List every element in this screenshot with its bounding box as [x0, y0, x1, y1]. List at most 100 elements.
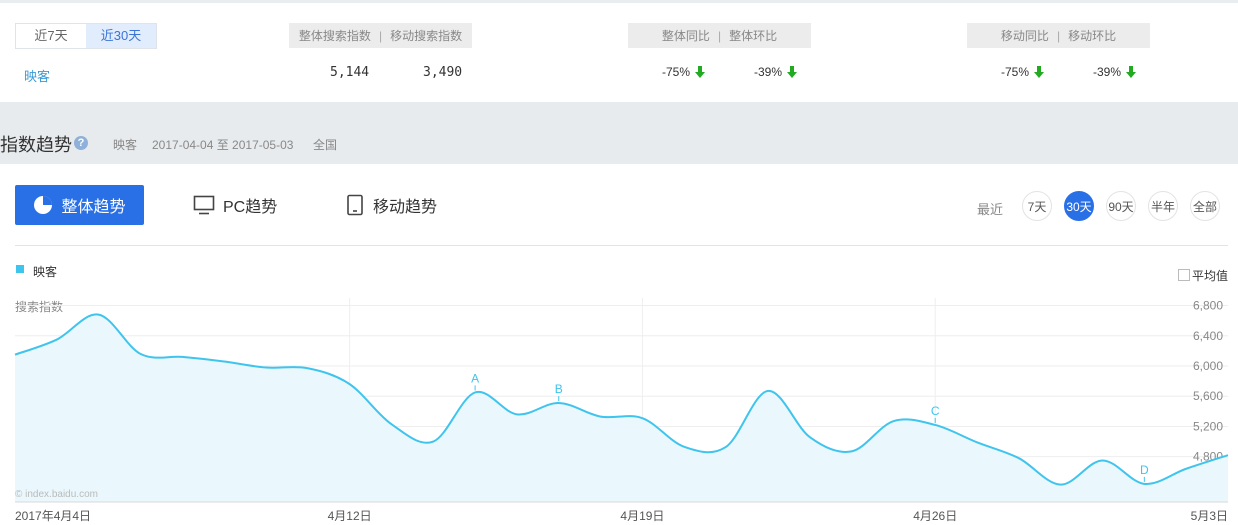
period-all-button[interactable]: 全部 [1190, 191, 1220, 221]
mobile-yoy-change: -75% [1001, 65, 1045, 79]
x-tick-label: 4月26日 [913, 509, 957, 523]
overall-change-header: 整体同比 | 整体环比 [628, 23, 811, 48]
y-tick-label: 6,800 [1193, 299, 1223, 313]
data-point [766, 389, 770, 393]
y-tick-label: 6,000 [1193, 359, 1223, 373]
mobile-change-header: 移动同比 | 移动环比 [967, 23, 1150, 48]
annotation-label: A [471, 371, 479, 385]
data-point [97, 313, 101, 317]
data-point [891, 419, 895, 423]
range-7-days-button[interactable]: 近7天 [16, 24, 86, 48]
data-point [473, 390, 477, 394]
mobile-search-index-header: 移动搜索指数 [390, 29, 463, 43]
pie-chart-icon [34, 196, 53, 214]
x-tick-label: 5月3日 [1191, 509, 1228, 523]
period-90d-button[interactable]: 90天 [1106, 191, 1136, 221]
mobile-mom-change: -39% [1093, 65, 1137, 79]
data-point [1184, 467, 1188, 471]
data-point [1017, 456, 1021, 460]
data-point [1101, 458, 1105, 462]
data-point [682, 445, 686, 449]
tablet-icon [347, 194, 363, 216]
trend-title: 指数趋势 [0, 135, 72, 155]
overall-mom-value: -39% [754, 65, 783, 79]
data-point [55, 338, 59, 342]
data-point [306, 366, 310, 370]
data-point [431, 440, 435, 444]
data-point [1142, 482, 1146, 486]
annotation-label: B [555, 382, 563, 396]
overall-yoy-value: -75% [662, 65, 691, 79]
mobile-yoy-header: 移动同比 [1000, 29, 1049, 43]
data-point [975, 440, 979, 444]
data-point [599, 415, 603, 419]
range-toggle: 近7天 近30天 [15, 23, 157, 49]
tab-pc-trend[interactable]: PC趋势 [193, 185, 277, 225]
overall-yoy-change: -75% [662, 65, 706, 79]
keyword-link[interactable]: 映客 [24, 66, 50, 85]
average-checkbox[interactable] [1178, 269, 1190, 281]
help-icon[interactable]: ? [74, 136, 88, 150]
trend-keyword: 映客 [113, 138, 138, 152]
trend-date-range: 2017-04-04 至 2017-05-03 [152, 138, 294, 152]
down-arrow-icon [695, 66, 706, 78]
mobile-mom-header: 移动环比 [1068, 29, 1117, 43]
tab-mobile-trend-label: 移动趋势 [373, 199, 438, 216]
data-point [933, 423, 937, 427]
data-point [348, 382, 352, 386]
period-30d-button[interactable]: 30天 [1064, 191, 1094, 221]
header-separator: | [1056, 28, 1061, 43]
section-divider [15, 245, 1228, 246]
mobile-mom-value: -39% [1093, 65, 1122, 79]
mobile-index-value: 3,490 [423, 65, 463, 80]
down-arrow-icon [787, 66, 798, 78]
legend-label[interactable]: 映客 [33, 263, 57, 280]
annotation-label: D [1140, 463, 1149, 477]
series-area [15, 314, 1228, 502]
data-point [138, 352, 142, 356]
period-half-year-button[interactable]: 半年 [1148, 191, 1178, 221]
trend-header-bar [0, 102, 1228, 164]
tab-mobile-trend[interactable]: 移动趋势 [345, 185, 437, 225]
data-point [1059, 483, 1063, 487]
y-tick-label: 5,200 [1193, 419, 1223, 433]
period-7d-button[interactable]: 7天 [1022, 191, 1052, 221]
average-label[interactable]: 平均值 [1192, 267, 1228, 284]
data-point [1226, 453, 1230, 457]
overall-search-index-header: 整体搜索指数 [298, 29, 371, 43]
legend-swatch [16, 265, 24, 273]
data-point [557, 401, 561, 405]
overall-index-value: 5,144 [330, 65, 370, 80]
summary-panel [0, 0, 1238, 102]
search-index-header: 整体搜索指数 | 移动搜索指数 [289, 23, 472, 48]
recent-label: 最近 [977, 202, 1004, 217]
monitor-icon [193, 195, 215, 215]
mobile-yoy-value: -75% [1001, 65, 1030, 79]
data-point [13, 353, 17, 357]
x-tick-label: 4月19日 [620, 509, 664, 523]
data-point [222, 359, 226, 363]
range-30-days-button[interactable]: 近30天 [86, 24, 156, 48]
data-point [180, 355, 184, 359]
header-separator: | [378, 28, 383, 43]
overall-yoy-header: 整体同比 [661, 29, 710, 43]
header-separator: | [717, 28, 722, 43]
trend-chart: 6,8006,4006,0005,6005,2004,8004,400ABCD2… [13, 298, 1230, 523]
tab-overall-trend[interactable]: 整体趋势 [15, 185, 144, 225]
trend-region: 全国 [313, 138, 338, 152]
tab-pc-trend-label: PC趋势 [223, 199, 278, 216]
down-arrow-icon [1126, 66, 1137, 78]
x-tick-label: 4月12日 [328, 509, 372, 523]
data-point [264, 366, 268, 370]
data-point [808, 435, 812, 439]
x-tick-label: 2017年4月4日 [15, 509, 91, 523]
overall-mom-header: 整体环比 [729, 29, 778, 43]
y-tick-label: 5,600 [1193, 389, 1223, 403]
watermark: © index.baidu.com [15, 489, 98, 500]
data-point [724, 445, 728, 449]
top-border [0, 0, 1238, 3]
tab-overall-trend-label: 整体趋势 [61, 199, 126, 216]
data-point [850, 449, 854, 453]
y-tick-label: 6,400 [1193, 329, 1223, 343]
annotation-label: C [931, 404, 940, 418]
